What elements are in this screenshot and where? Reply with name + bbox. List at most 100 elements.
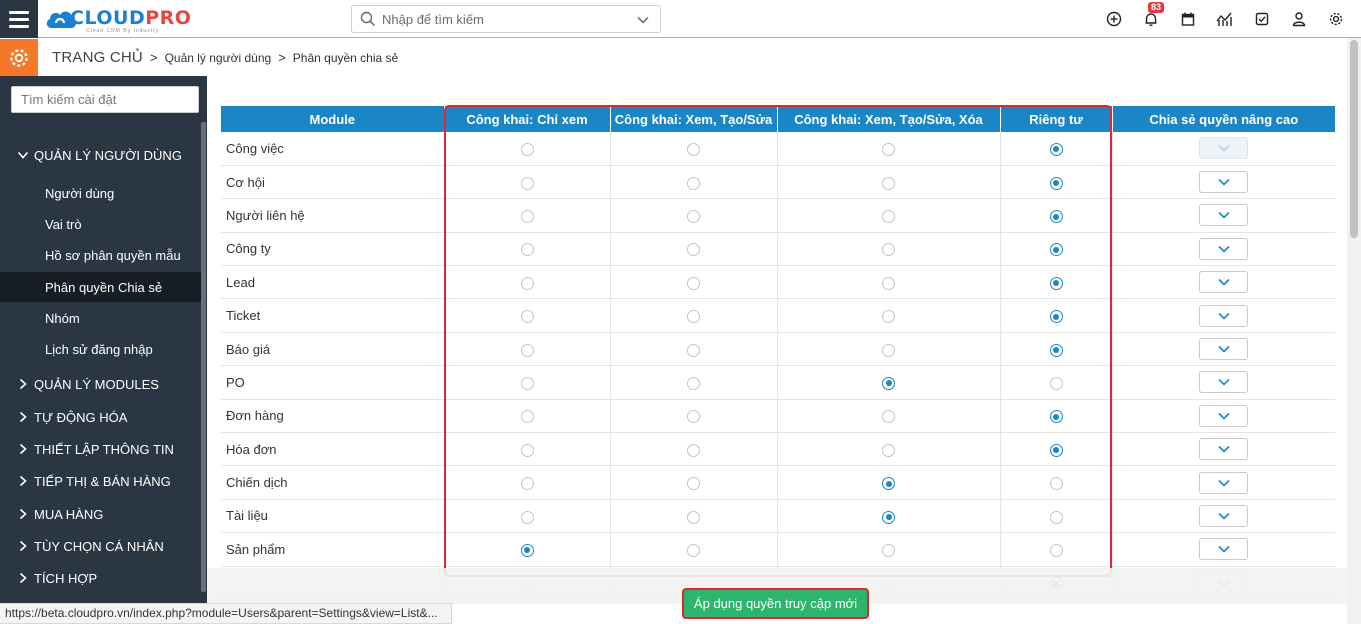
- checkbox-icon[interactable]: [1253, 10, 1271, 28]
- user-icon[interactable]: [1290, 10, 1308, 28]
- sidebar-group-personal-options[interactable]: TÙY CHỌN CÁ NHÂN: [0, 532, 207, 560]
- permission-radio[interactable]: [687, 276, 700, 290]
- sidebar-item-users[interactable]: Người dùng: [0, 178, 201, 208]
- permission-radio[interactable]: [1049, 543, 1063, 557]
- sidebar-group-integration[interactable]: TÍCH HỢP: [0, 564, 207, 592]
- permission-radio[interactable]: [520, 543, 534, 557]
- sidebar-group-info-setup[interactable]: THIẾT LẬP THÔNG TIN: [0, 435, 207, 463]
- settings-search-input[interactable]: [12, 87, 198, 112]
- permission-radio[interactable]: [520, 343, 534, 357]
- permission-radio[interactable]: [687, 477, 700, 491]
- permission-radio[interactable]: [687, 443, 700, 457]
- permission-radio[interactable]: [687, 343, 700, 357]
- sidebar-group-user-management[interactable]: QUẢN LÝ NGƯỜI DÙNG: [0, 141, 207, 169]
- search-input[interactable]: [382, 11, 622, 27]
- permission-radio[interactable]: [882, 310, 895, 324]
- global-search[interactable]: [351, 5, 661, 33]
- advanced-sharing-dropdown-button[interactable]: [1199, 304, 1249, 327]
- sidebar-item-roles[interactable]: Vai trò: [0, 209, 201, 239]
- advanced-sharing-dropdown-button[interactable]: [1199, 438, 1249, 461]
- permission-radio[interactable]: [520, 176, 534, 190]
- advanced-sharing-dropdown-button[interactable]: [1199, 371, 1249, 394]
- permission-radio[interactable]: [1049, 243, 1063, 257]
- calendar-icon[interactable]: [1179, 10, 1197, 28]
- permission-radio[interactable]: [882, 543, 895, 557]
- permission-radio[interactable]: [520, 443, 534, 457]
- advanced-sharing-dropdown-button[interactable]: [1199, 538, 1249, 561]
- permission-radio[interactable]: [882, 210, 895, 223]
- permission-radio[interactable]: [520, 142, 534, 156]
- permission-radio[interactable]: [882, 443, 895, 457]
- permission-cell: [777, 265, 1001, 300]
- page-scrollbar[interactable]: [1347, 38, 1361, 624]
- permission-radio[interactable]: [882, 176, 895, 190]
- permission-radio[interactable]: [1049, 176, 1063, 190]
- sidebar-group-marketing-sales[interactable]: TIẾP THỊ & BÁN HÀNG: [0, 467, 207, 495]
- permission-radio[interactable]: [687, 410, 700, 424]
- bell-icon[interactable]: 83: [1142, 2, 1165, 28]
- advanced-sharing-dropdown-button[interactable]: [1199, 338, 1249, 361]
- permission-radio[interactable]: [520, 376, 534, 390]
- permission-radio[interactable]: [520, 510, 534, 524]
- permission-radio[interactable]: [1049, 310, 1063, 324]
- gear-icon[interactable]: [1327, 10, 1345, 28]
- permission-radio[interactable]: [882, 142, 895, 156]
- advanced-sharing-dropdown-button[interactable]: [1199, 237, 1249, 260]
- chart-icon[interactable]: [1216, 10, 1234, 28]
- sidebar-group-modules[interactable]: QUẢN LÝ MODULES: [0, 370, 207, 398]
- permission-radio[interactable]: [882, 510, 895, 524]
- permission-radio[interactable]: [882, 243, 895, 257]
- permission-radio[interactable]: [882, 410, 895, 424]
- permission-radio[interactable]: [882, 376, 895, 390]
- permission-radio[interactable]: [520, 410, 534, 424]
- permission-radio[interactable]: [687, 310, 700, 324]
- sidebar-item-profiles[interactable]: Hồ sơ phân quyền mẫu: [0, 240, 201, 270]
- advanced-sharing-dropdown-button[interactable]: [1199, 171, 1249, 194]
- advanced-sharing-dropdown-button[interactable]: [1199, 204, 1249, 227]
- permission-radio[interactable]: [520, 276, 534, 290]
- permission-radio[interactable]: [687, 510, 700, 524]
- scrollbar-thumb[interactable]: [1350, 40, 1358, 238]
- permission-radio[interactable]: [687, 210, 700, 223]
- permission-radio[interactable]: [687, 142, 700, 156]
- permission-radio[interactable]: [687, 176, 700, 190]
- permission-radio[interactable]: [520, 477, 534, 491]
- permission-radio[interactable]: [1049, 376, 1063, 390]
- apply-access-button[interactable]: Áp dụng quyền truy cập mới: [682, 588, 869, 619]
- advanced-sharing-dropdown-button[interactable]: [1199, 404, 1249, 427]
- advanced-sharing-dropdown-button[interactable]: [1199, 271, 1249, 294]
- permission-radio[interactable]: [520, 310, 534, 324]
- permission-radio[interactable]: [1049, 477, 1063, 491]
- permission-radio[interactable]: [1049, 443, 1063, 457]
- permission-radio[interactable]: [882, 477, 895, 491]
- permission-radio[interactable]: [1049, 142, 1063, 156]
- chevron-down-icon[interactable]: [636, 13, 650, 27]
- permission-radio[interactable]: [520, 210, 534, 223]
- advanced-sharing-dropdown-button[interactable]: [1199, 504, 1249, 527]
- plus-circle-icon[interactable]: [1105, 10, 1123, 28]
- breadcrumb-home[interactable]: TRANG CHỦ: [52, 49, 143, 66]
- advanced-sharing-dropdown-button[interactable]: [1199, 137, 1249, 160]
- app-logo[interactable]: CLOUDPRO Cloud CRM By Industry: [44, 4, 191, 34]
- permission-radio[interactable]: [687, 243, 700, 257]
- sidebar-item-groups[interactable]: Nhóm: [0, 303, 201, 333]
- permission-radio[interactable]: [1049, 343, 1063, 357]
- permission-radio[interactable]: [1049, 210, 1063, 223]
- permission-radio[interactable]: [882, 276, 895, 290]
- permission-radio[interactable]: [1049, 410, 1063, 424]
- sidebar-group-purchasing[interactable]: MUA HÀNG: [0, 500, 207, 528]
- sidebar-group-automation[interactable]: TỰ ĐỘNG HÓA: [0, 403, 207, 431]
- permission-radio[interactable]: [687, 376, 700, 390]
- sidebar-item-sharing-access[interactable]: Phân quyền Chia sẻ: [0, 272, 201, 302]
- permission-radio[interactable]: [687, 543, 700, 557]
- breadcrumb-item[interactable]: Quản lý người dùng: [165, 51, 272, 65]
- menu-icon[interactable]: [0, 0, 38, 38]
- sidebar-item-login-history[interactable]: Lịch sử đăng nhập: [0, 334, 201, 364]
- settings-gear-button[interactable]: [0, 39, 38, 76]
- settings-search[interactable]: [11, 86, 199, 113]
- permission-radio[interactable]: [1049, 510, 1063, 524]
- permission-radio[interactable]: [882, 343, 895, 357]
- advanced-sharing-dropdown-button[interactable]: [1199, 471, 1249, 494]
- permission-radio[interactable]: [1049, 276, 1063, 290]
- permission-radio[interactable]: [520, 243, 534, 257]
